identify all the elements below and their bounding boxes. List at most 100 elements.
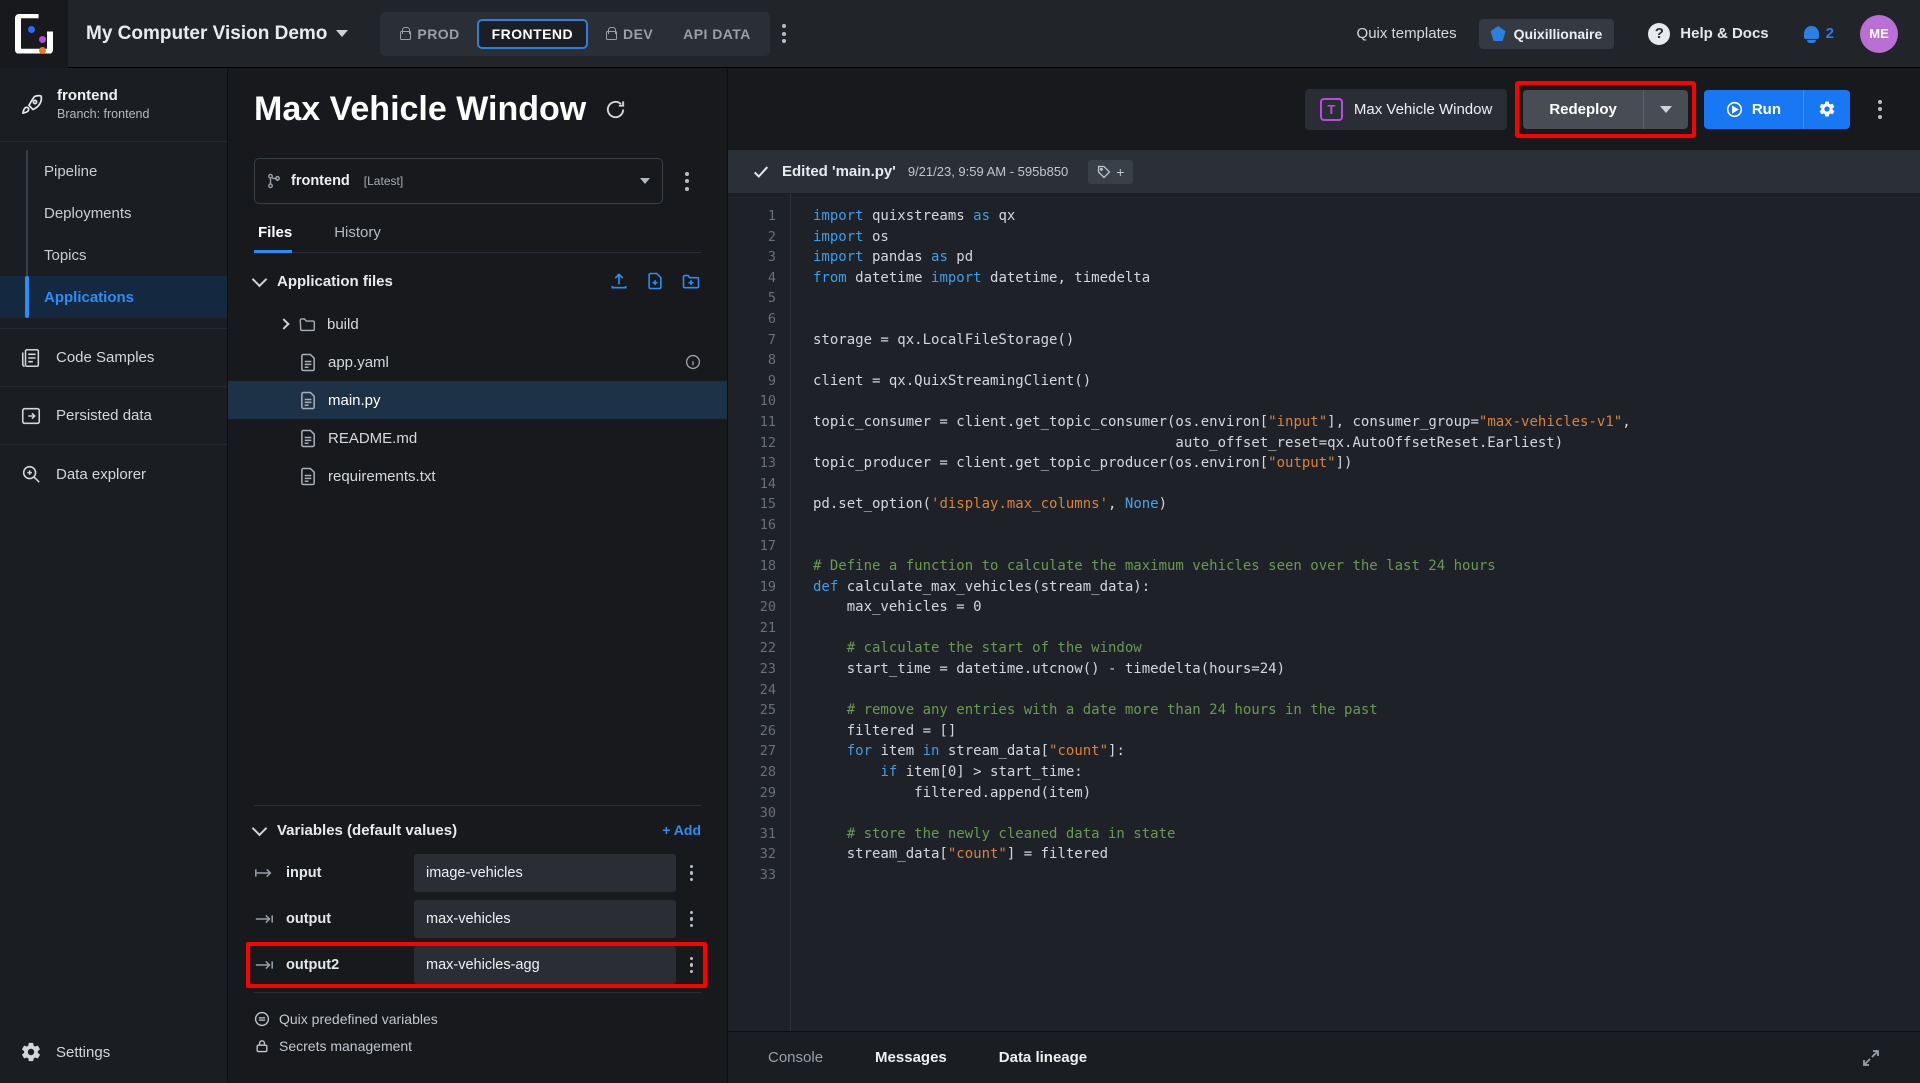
chevron-down-icon xyxy=(640,178,650,184)
run-button-label: Run xyxy=(1752,101,1781,118)
add-tag-button[interactable]: + xyxy=(1088,160,1133,184)
editor-status-bar: Edited 'main.py' 9/21/23, 9:59 AM - 595b… xyxy=(728,150,1920,194)
question-mark-icon: ? xyxy=(1648,23,1670,45)
application-files-header[interactable]: Application files xyxy=(254,259,701,303)
variables-header[interactable]: Variables (default values) + Add xyxy=(254,806,701,854)
sidebar-item-data-explorer[interactable]: Data explorer xyxy=(0,445,227,503)
sidebar-item-topics[interactable]: Topics xyxy=(0,234,227,276)
add-variable-button[interactable]: + Add xyxy=(662,822,701,838)
tab-console[interactable]: Console xyxy=(768,1049,823,1066)
sidebar-header-text: frontend Branch: frontend xyxy=(57,86,149,123)
avatar[interactable]: ME xyxy=(1860,15,1898,53)
variable-value[interactable]: image-vehicles xyxy=(414,854,676,892)
code-line xyxy=(813,618,1920,639)
quix-templates-link[interactable]: Quix templates xyxy=(1357,25,1457,42)
file-row-build[interactable]: build xyxy=(228,305,727,343)
data-explorer-icon xyxy=(20,463,42,485)
env-tab-prod[interactable]: PROD xyxy=(386,19,472,49)
environment-more-menu[interactable] xyxy=(770,16,798,51)
sidebar-item-pipeline-label: Pipeline xyxy=(44,163,97,180)
sidebar-item-persisted-data[interactable]: Persisted data xyxy=(0,387,227,445)
variable-more-menu[interactable] xyxy=(682,951,702,980)
line-number: 9 xyxy=(728,371,790,392)
persisted-data-icon xyxy=(20,405,42,427)
gem-icon xyxy=(1491,26,1506,41)
redeploy-button[interactable]: Redeploy xyxy=(1523,90,1643,129)
sidebar-item-code-samples-label: Code Samples xyxy=(56,349,154,366)
quixillionaire-button[interactable]: Quixillionaire xyxy=(1479,19,1615,49)
file-row-readme-md[interactable]: README.md xyxy=(228,419,727,457)
sidebar-environment-header[interactable]: frontend Branch: frontend xyxy=(0,68,227,142)
upload-icon[interactable] xyxy=(609,271,629,291)
deployment-chip[interactable]: T Max Vehicle Window xyxy=(1305,89,1507,130)
line-number: 19 xyxy=(728,577,790,598)
new-folder-icon[interactable] xyxy=(681,271,701,291)
redeploy-dropdown-button[interactable] xyxy=(1643,90,1688,129)
notification-count: 2 xyxy=(1826,25,1834,42)
variable-more-menu[interactable] xyxy=(682,859,702,888)
env-tab-api-data-label: API DATA xyxy=(683,26,751,42)
file-row-main-py[interactable]: main.py xyxy=(228,381,727,419)
file-row-requirements-txt[interactable]: requirements.txt xyxy=(228,457,727,495)
code-line: max_vehicles = 0 xyxy=(813,597,1920,618)
info-icon[interactable] xyxy=(685,354,701,370)
code-line xyxy=(813,474,1920,495)
line-number: 17 xyxy=(728,536,790,557)
new-file-icon[interactable] xyxy=(645,271,665,291)
refresh-icon[interactable] xyxy=(604,98,627,121)
tab-files-label: Files xyxy=(258,224,292,241)
sidebar-item-applications[interactable]: Applications xyxy=(0,276,227,318)
project-name: My Computer Vision Demo xyxy=(86,23,327,45)
quix-logo-icon xyxy=(15,14,53,54)
variable-row-input[interactable]: input image-vehicles xyxy=(254,854,701,892)
code-lines[interactable]: import quixstreams as qx import os impor… xyxy=(791,194,1920,1031)
variable-more-menu[interactable] xyxy=(682,905,702,934)
variable-value[interactable]: max-vehicles xyxy=(414,900,676,938)
sidebar-item-code-samples[interactable]: Code Samples xyxy=(0,329,227,387)
env-tab-frontend[interactable]: FRONTEND xyxy=(477,19,588,49)
sidebar-item-pipeline[interactable]: Pipeline xyxy=(0,150,227,192)
rocket-icon xyxy=(20,93,44,117)
branch-icon xyxy=(267,173,281,189)
code-line: pd.set_option('display.max_columns', Non… xyxy=(813,494,1920,515)
secrets-management-link[interactable]: Secrets management xyxy=(254,1038,701,1054)
run-button[interactable]: Run xyxy=(1704,90,1803,129)
editor-footer-tabs: Console Messages Data lineage xyxy=(728,1031,1920,1083)
file-row-app-yaml[interactable]: app.yaml xyxy=(228,343,727,381)
quix-predefined-variables-link[interactable]: Quix predefined variables xyxy=(254,1011,701,1027)
env-tab-api-data[interactable]: API DATA xyxy=(670,19,764,49)
line-number: 11 xyxy=(728,412,790,433)
editor-more-menu[interactable] xyxy=(1866,92,1894,127)
code-area[interactable]: 1 2 3 4 5 6 7 8 9 10 11 12 13 14 15 16 1 xyxy=(728,194,1920,1031)
variable-row-output2[interactable]: output2 max-vehicles-agg xyxy=(254,946,701,984)
tab-history[interactable]: History xyxy=(330,224,397,252)
line-number: 1 xyxy=(728,206,790,227)
env-tab-dev[interactable]: DEV xyxy=(592,19,666,49)
code-line xyxy=(813,865,1920,886)
tab-messages[interactable]: Messages xyxy=(875,1049,947,1066)
input-arrow-icon xyxy=(254,866,274,880)
notifications-button[interactable]: 2 xyxy=(1803,25,1834,43)
line-number: 8 xyxy=(728,350,790,371)
line-number: 15 xyxy=(728,494,790,515)
help-and-docs-link[interactable]: ? Help & Docs xyxy=(1648,23,1768,45)
editor-scrollbar[interactable] xyxy=(1914,194,1920,1031)
branch-name: frontend xyxy=(291,173,350,189)
variable-row-output[interactable]: output max-vehicles xyxy=(254,900,701,938)
env-tab-frontend-label: FRONTEND xyxy=(492,26,573,42)
branch-selector[interactable]: frontend [Latest] xyxy=(254,158,663,204)
code-line: stream_data["count"] = filtered xyxy=(813,844,1920,865)
variable-value[interactable]: max-vehicles-agg xyxy=(414,946,676,984)
branch-more-menu[interactable] xyxy=(673,164,701,199)
quix-logo[interactable] xyxy=(0,0,68,68)
sidebar-env-name: frontend xyxy=(57,86,149,106)
sidebar-bottom: Settings xyxy=(0,1021,227,1083)
tab-files[interactable]: Files xyxy=(254,224,308,252)
run-settings-button[interactable] xyxy=(1803,90,1850,129)
project-selector[interactable]: My Computer Vision Demo xyxy=(86,23,348,45)
code-samples-icon xyxy=(20,347,42,369)
sidebar-item-settings[interactable]: Settings xyxy=(0,1021,227,1083)
tab-data-lineage[interactable]: Data lineage xyxy=(999,1049,1087,1066)
sidebar-item-deployments[interactable]: Deployments xyxy=(0,192,227,234)
expand-icon[interactable] xyxy=(1862,1049,1880,1067)
